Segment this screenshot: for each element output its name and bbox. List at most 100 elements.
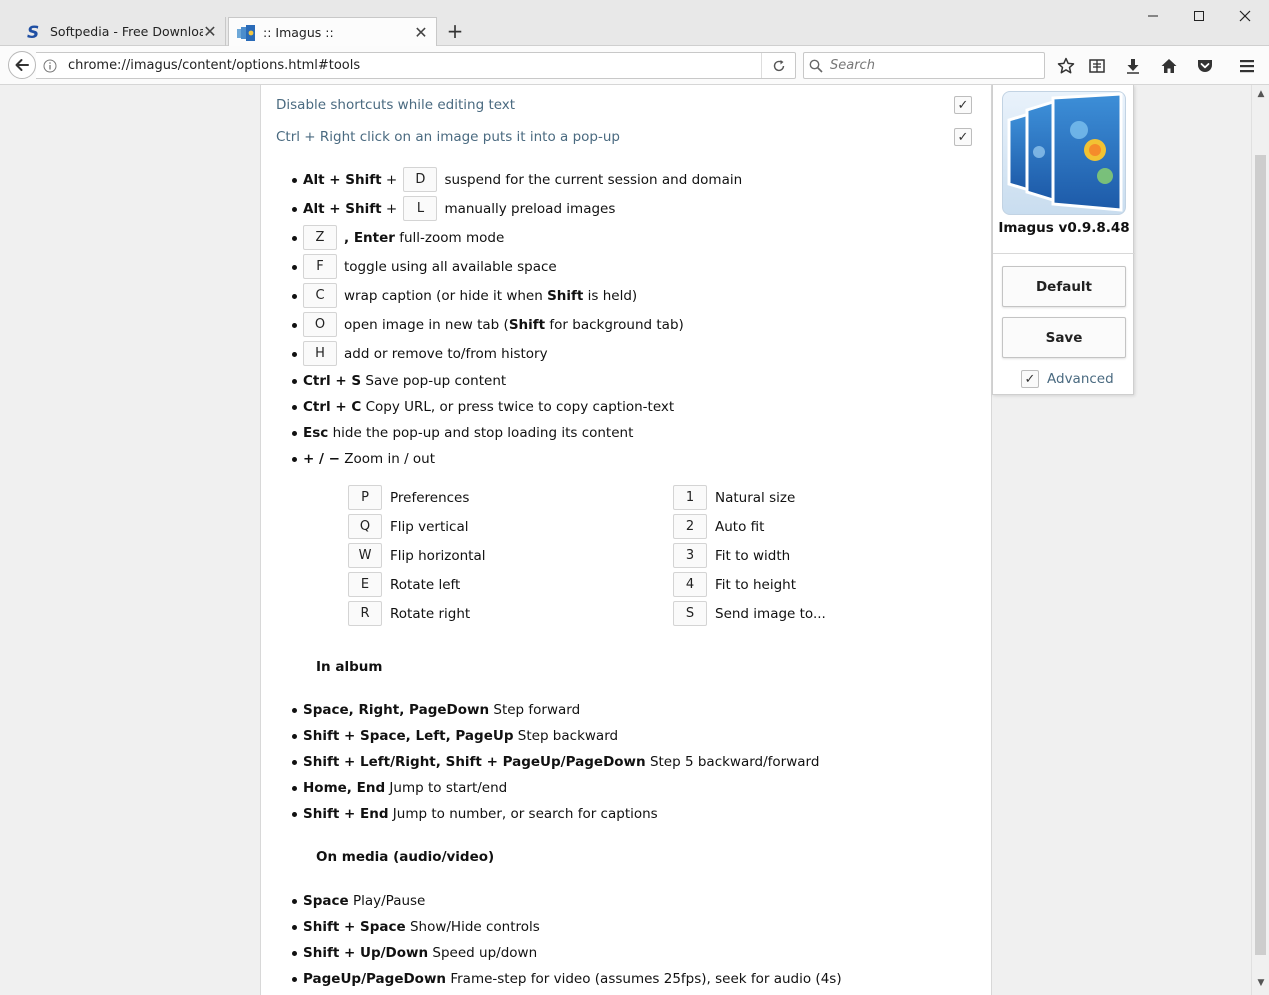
shortcut-desc: hide the pop-up and stop loading its con… <box>332 425 634 441</box>
list-item: Ctrl + C Copy URL, or press twice to cop… <box>292 394 963 420</box>
divider <box>993 253 1135 254</box>
option-ctrl-right-click[interactable]: Ctrl + Right click on an image puts it i… <box>276 128 976 148</box>
list-item: H add or remove to/from history <box>292 339 963 368</box>
default-button[interactable]: Default <box>1002 266 1126 307</box>
disable-shortcuts-checkbox[interactable]: ✓ <box>954 96 972 114</box>
scroll-down-icon[interactable]: ▼ <box>1256 978 1266 988</box>
key-label: Send image to... <box>715 605 826 622</box>
vertical-scrollbar[interactable]: ▲ ▼ <box>1251 85 1269 995</box>
search-icon <box>804 59 828 73</box>
list-item: Shift + End Jump to number, or search fo… <box>292 801 963 827</box>
key-label: Natural size <box>715 489 796 506</box>
search-bar[interactable] <box>803 52 1045 79</box>
key-cap: 4 <box>673 572 707 597</box>
ctrl-right-click-checkbox[interactable]: ✓ <box>954 128 972 146</box>
combo: Space, Right, PageDown <box>303 702 490 718</box>
list-item: Space Play/Pause <box>292 888 963 914</box>
key-label: Rotate right <box>390 605 471 622</box>
combo: Shift + Up/Down <box>303 945 429 961</box>
list-item: + / − Zoom in / out <box>292 446 963 472</box>
shortcut-desc: manually preload images <box>444 200 616 217</box>
key-cap: O <box>303 312 337 337</box>
key-cap: S <box>673 601 707 626</box>
minimize-button[interactable] <box>1130 4 1176 28</box>
info-icon[interactable] <box>36 59 64 73</box>
pocket-button[interactable] <box>1193 54 1217 78</box>
advanced-checkbox[interactable]: ✓ <box>1021 370 1039 388</box>
modifier: , Enter <box>344 229 395 246</box>
modifier: Alt + Shift <box>303 200 382 217</box>
bookmark-star-button[interactable] <box>1054 54 1078 78</box>
popup-keys-left: P Preferences Q Flip vertical W Flip horizo… <box>348 483 608 628</box>
list-item: PageUp/PageDown Frame-step for video (as… <box>292 966 963 992</box>
list-item: Q Flip vertical <box>348 512 608 541</box>
list-item: Space, Right, PageDown Step forward <box>292 697 963 723</box>
new-tab-button[interactable]: + <box>444 20 466 42</box>
list-item: Alt + Shift + L manually preload images <box>292 194 963 223</box>
tab-softpedia[interactable]: S Softpedia - Free Downloa... ✕ <box>16 17 226 46</box>
minimize-icon <box>1148 15 1158 17</box>
star-icon <box>1057 57 1075 74</box>
option-label: Ctrl + Right click on an image puts it i… <box>276 129 620 145</box>
tab-imagus[interactable]: :: Imagus :: ✕ <box>228 17 437 47</box>
tab-title: Softpedia - Free Downloa... <box>50 24 203 39</box>
list-item: R Rotate right <box>348 599 608 628</box>
key-label: Flip vertical <box>390 518 469 535</box>
side-panel: Imagus v0.9.8.48 Default Save ✓ Advanced <box>992 85 1135 395</box>
menu-button[interactable] <box>1235 54 1259 78</box>
list-item: 3 Fit to width <box>673 541 933 570</box>
save-button[interactable]: Save <box>1002 317 1126 358</box>
shortcut-desc: Step forward <box>493 702 581 718</box>
shortcut-desc: full-zoom mode <box>399 229 505 246</box>
list-item: 4 Fit to height <box>673 570 933 599</box>
key-cap: R <box>348 601 382 626</box>
arrow-left-icon <box>15 59 29 71</box>
list-item: Shift + Space Show/Hide controls <box>292 914 963 940</box>
reading-list-button[interactable] <box>1085 54 1109 78</box>
scroll-up-icon[interactable]: ▲ <box>1256 89 1266 99</box>
shortcut-desc: Show/Hide controls <box>409 919 540 935</box>
close-icon[interactable]: ✕ <box>203 22 217 41</box>
key-cap: 2 <box>673 514 707 539</box>
list-item: P Preferences <box>348 483 608 512</box>
shortcut-desc: Step backward <box>517 728 619 744</box>
combo: Home, End <box>303 780 386 796</box>
shortcut-desc: Play/Pause <box>352 893 426 909</box>
advanced-toggle[interactable]: ✓ Advanced <box>1021 370 1114 388</box>
key-cap: W <box>348 543 382 568</box>
reload-icon <box>773 59 784 71</box>
key-label: Preferences <box>390 489 470 506</box>
scrollbar-thumb[interactable] <box>1255 155 1266 955</box>
close-icon[interactable]: ✕ <box>414 23 428 42</box>
shortcut-desc: is held) <box>583 287 638 304</box>
list-item: 1 Natural size <box>673 483 933 512</box>
reload-button[interactable] <box>761 53 795 78</box>
key-cap: Q <box>348 514 382 539</box>
close-window-button[interactable] <box>1222 4 1268 28</box>
list-item: C wrap caption (or hide it when Shift is… <box>292 281 963 310</box>
shortcut-desc: add or remove to/from history <box>344 345 548 362</box>
list-item: Z , Enter full-zoom mode <box>292 223 963 252</box>
key-cap: C <box>303 283 337 308</box>
key-cap: 1 <box>673 485 707 510</box>
popup-keys-right: 1 Natural size 2 Auto fit 3 Fit to width 4F… <box>673 483 933 628</box>
downloads-button[interactable] <box>1121 54 1145 78</box>
option-disable-shortcuts[interactable]: Disable shortcuts while editing text ✓ <box>276 96 976 116</box>
key-cap: Z <box>303 225 337 250</box>
modifier: Shift <box>508 316 546 333</box>
home-icon <box>1161 59 1177 73</box>
list-item: Home, End Jump to start/end <box>292 775 963 801</box>
media-heading: On media (audio/video) <box>316 849 495 865</box>
modifier: Shift <box>547 287 584 304</box>
key-cap: H <box>303 341 337 366</box>
url-text[interactable]: chrome://imagus/content/options.html#too… <box>64 58 761 73</box>
home-button[interactable] <box>1157 54 1181 78</box>
key-label: Fit to width <box>715 547 791 564</box>
key-cap: E <box>348 572 382 597</box>
download-arrow-icon <box>1127 59 1139 74</box>
back-button[interactable] <box>8 51 36 79</box>
key-label: Fit to height <box>715 576 796 593</box>
search-input[interactable] <box>828 57 1028 74</box>
url-bar[interactable]: chrome://imagus/content/options.html#too… <box>36 52 796 79</box>
maximize-button[interactable] <box>1176 4 1222 28</box>
